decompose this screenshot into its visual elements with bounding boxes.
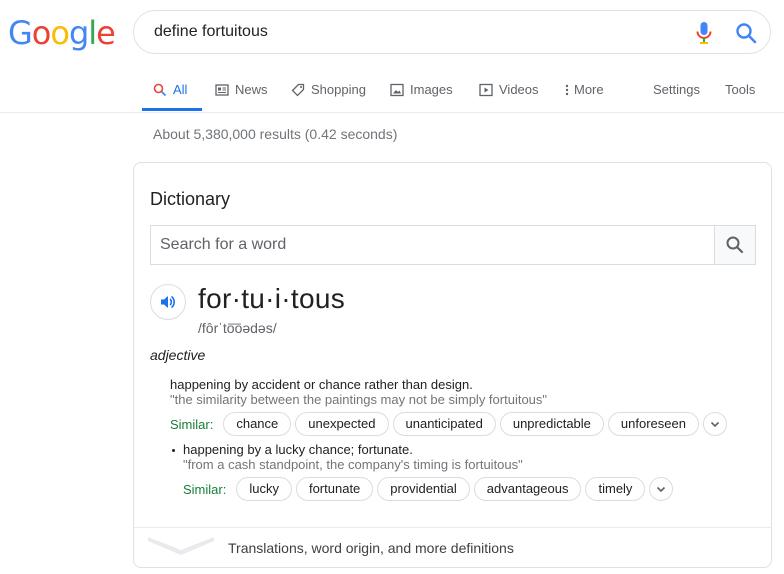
logo-letter: o — [31, 14, 52, 52]
logo-letter: e — [96, 14, 116, 52]
result-stats: About 5,380,000 results (0.42 seconds) — [153, 126, 398, 142]
play-icon — [479, 83, 493, 96]
similar-chip[interactable]: timely — [585, 477, 646, 501]
dictionary-card: Dictionary for·tu·i·tous /fôrˈto͞oədəs/ … — [133, 162, 772, 568]
kebab-icon — [565, 84, 569, 95]
chevron-down-icon — [710, 421, 720, 428]
similar-chip[interactable]: providential — [377, 477, 470, 501]
more-definitions-link[interactable]: Translations, word origin, and more defi… — [228, 540, 514, 556]
headword: for·tu·i·tous — [198, 283, 346, 314]
settings-link[interactable]: Settings — [653, 82, 700, 97]
microphone-icon[interactable] — [694, 21, 714, 45]
tab-label: Shopping — [311, 82, 366, 97]
sense-example: "from a cash standpoint, the company's t… — [183, 457, 523, 472]
expand-similar-button[interactable] — [649, 477, 674, 501]
tools-link[interactable]: Tools — [725, 82, 755, 97]
image-icon — [390, 83, 404, 96]
tag-icon — [291, 83, 305, 96]
similar-chip[interactable]: chance — [223, 412, 292, 436]
word-search-button[interactable] — [714, 226, 755, 264]
search-icon — [726, 236, 744, 254]
similar-label: Similar: — [170, 416, 214, 432]
pronunciation-button[interactable] — [150, 284, 186, 320]
search-tabs: All News Shopping Images Videos More Set… — [142, 70, 784, 112]
word-search-input[interactable] — [151, 226, 716, 264]
chevron-down-icon[interactable] — [148, 537, 214, 559]
sense-definition: happening by a lucky chance; fortunate. — [183, 442, 413, 457]
logo-letter: o — [50, 14, 70, 52]
similar-row: Similar: chance unexpected unanticipated… — [170, 412, 727, 436]
sense-example: "the similarity between the paintings ma… — [170, 392, 548, 407]
word-search-box — [150, 225, 756, 265]
similar-chip[interactable]: unforeseen — [607, 412, 699, 436]
similar-chip[interactable]: lucky — [236, 477, 292, 501]
part-of-speech: adjective — [150, 347, 206, 363]
chevron-down-icon — [657, 486, 666, 493]
similar-chip[interactable]: unexpected — [295, 412, 389, 436]
google-logo[interactable]: Google — [8, 14, 116, 52]
tab-videos[interactable]: Videos — [479, 82, 539, 97]
sense-bullet — [172, 449, 175, 452]
news-icon — [215, 83, 229, 96]
search-icon[interactable] — [734, 21, 758, 45]
tab-label: All — [173, 82, 188, 97]
phonetic: /fôrˈto͞oədəs/ — [198, 320, 277, 336]
search-box[interactable]: define fortuitous — [133, 10, 771, 54]
card-footer-divider — [134, 527, 771, 528]
speaker-icon — [161, 295, 175, 309]
tab-more[interactable]: More — [564, 82, 604, 97]
similar-chip[interactable]: unanticipated — [392, 412, 496, 436]
tab-label: Videos — [499, 82, 539, 97]
similar-row: Similar: lucky fortunate providential ad… — [183, 477, 674, 501]
search-icon — [153, 83, 167, 96]
similar-chip[interactable]: unpredictable — [499, 412, 604, 436]
header-divider — [0, 112, 784, 113]
dictionary-title: Dictionary — [150, 189, 231, 209]
tab-label: More — [574, 82, 604, 97]
tab-label: News — [235, 82, 268, 97]
settings-label: Settings — [653, 82, 700, 97]
tab-shopping[interactable]: Shopping — [291, 82, 366, 97]
tab-news[interactable]: News — [215, 82, 268, 97]
search-query[interactable]: define fortuitous — [154, 23, 268, 41]
logo-letter: g — [68, 14, 89, 52]
similar-chip[interactable]: advantageous — [473, 477, 582, 501]
tab-label: Images — [410, 82, 453, 97]
logo-letter: l — [88, 14, 97, 52]
tab-images[interactable]: Images — [390, 82, 453, 97]
sense-definition: happening by accident or chance rather t… — [170, 377, 473, 392]
tab-all[interactable]: All — [153, 82, 187, 97]
active-tab-indicator — [142, 108, 202, 111]
tools-label: Tools — [725, 82, 756, 97]
similar-label: Similar: — [183, 481, 227, 497]
expand-similar-button[interactable] — [702, 412, 727, 436]
similar-chip[interactable]: fortunate — [295, 477, 374, 501]
logo-letter: G — [8, 14, 33, 52]
